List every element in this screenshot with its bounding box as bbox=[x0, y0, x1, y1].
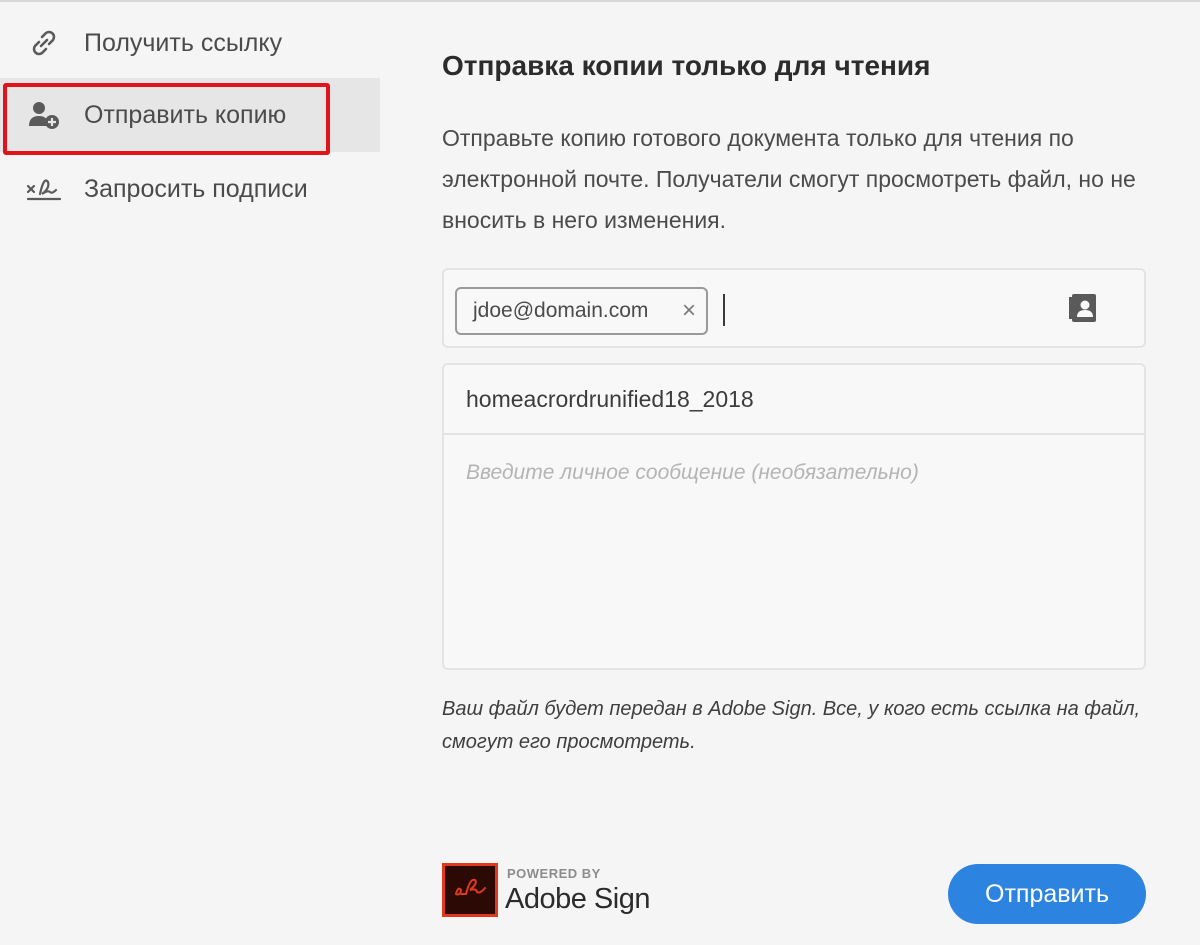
message-textarea[interactable]: Введите личное сообщение (необязательно) bbox=[466, 461, 919, 485]
adobe-sign-logo-icon bbox=[442, 863, 498, 917]
add-person-icon bbox=[26, 97, 62, 133]
sidebar-item-label: Запросить подписи bbox=[84, 174, 308, 203]
subject-input[interactable]: homeacrordrunified18_2018 bbox=[444, 365, 1144, 435]
address-book-icon[interactable] bbox=[1068, 292, 1098, 324]
powered-by-label: POWERED BY bbox=[507, 866, 601, 881]
remove-recipient-icon[interactable]: × bbox=[682, 298, 696, 324]
page-title: Отправка копии только для чтения bbox=[442, 50, 931, 81]
sidebar: Получить ссылку Отправить копию Запросит… bbox=[0, 2, 380, 945]
description-text: Отправьте копию готового документа тольк… bbox=[442, 125, 1136, 233]
send-copy-panel: Отправка копии только для чтения Отправь… bbox=[442, 0, 1146, 945]
sidebar-item-label: Отправить копию bbox=[84, 100, 287, 129]
brand-name: Adobe Sign bbox=[505, 883, 650, 915]
recipient-field[interactable]: jdoe@domain.com × bbox=[442, 268, 1146, 348]
sharing-notice: Ваш файл будет передан в Adobe Sign. Все… bbox=[442, 698, 1141, 753]
recipient-chip[interactable]: jdoe@domain.com × bbox=[455, 287, 708, 335]
sidebar-item-request-signatures[interactable]: Запросить подписи bbox=[0, 152, 380, 226]
sidebar-item-get-link[interactable]: Получить ссылку bbox=[0, 6, 380, 80]
sidebar-item-send-copy[interactable]: Отправить копию bbox=[0, 78, 380, 152]
signature-icon bbox=[26, 171, 62, 207]
link-icon bbox=[26, 25, 62, 61]
sidebar-item-label: Получить ссылку bbox=[84, 28, 283, 57]
send-button[interactable]: Отправить bbox=[948, 864, 1146, 924]
recipient-email: jdoe@domain.com bbox=[473, 299, 649, 322]
text-cursor bbox=[723, 294, 725, 326]
message-panel: homeacrordrunified18_2018 Введите личное… bbox=[442, 363, 1146, 670]
